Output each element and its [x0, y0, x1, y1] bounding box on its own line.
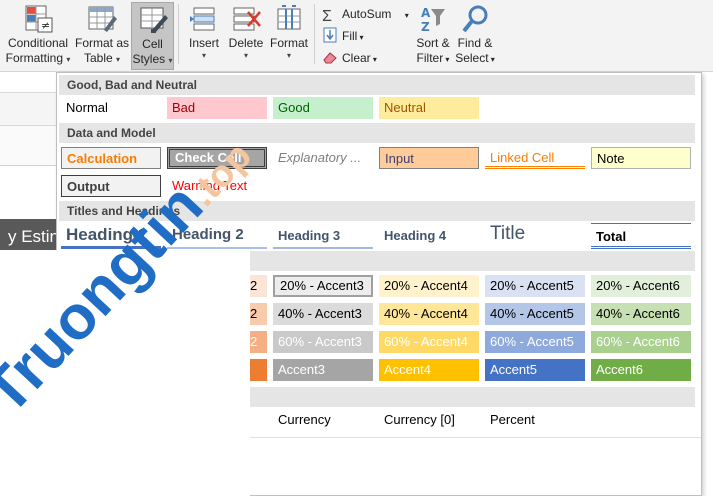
clear-button[interactable]: Clear ▾	[322, 48, 377, 68]
style-bad[interactable]: Bad	[167, 97, 267, 119]
sort-filter-label-2: Filter	[416, 51, 444, 65]
style-currency[interactable]: Currency	[273, 409, 373, 431]
svg-text:≠: ≠	[41, 19, 50, 32]
format-as-table-label-2: Table	[83, 51, 113, 65]
style-input[interactable]: Input	[379, 147, 479, 169]
style-accent6[interactable]: Accent6	[591, 359, 691, 381]
style-title[interactable]: Title	[485, 221, 585, 247]
style-linked-cell[interactable]: Linked Cell	[485, 147, 585, 169]
magnifier-icon	[462, 5, 488, 33]
style-note[interactable]: Note	[591, 147, 691, 169]
style-20-accent5[interactable]: 20% - Accent5	[485, 275, 585, 297]
style-normal[interactable]: Normal	[61, 97, 161, 119]
delete-cells-icon	[233, 7, 261, 31]
format-label: Format	[269, 36, 308, 50]
style-20-accent6[interactable]: 20% - Accent6	[591, 275, 691, 297]
column-header-area	[0, 126, 56, 166]
find-select-button[interactable]: Find & Select ▾	[454, 2, 496, 70]
style-explanatory[interactable]: Explanatory ...	[273, 147, 373, 169]
style-heading-4[interactable]: Heading 4	[379, 223, 479, 249]
format-as-table-label-1: Format as	[74, 36, 129, 50]
sort-filter-button[interactable]: A Z Sort & Filter ▾	[412, 2, 454, 70]
style-40-accent3[interactable]: 40% - Accent3	[273, 303, 373, 325]
style-20-accent4[interactable]: 20% - Accent4	[379, 275, 479, 297]
format-as-table-button[interactable]: Format as Table ▾	[74, 2, 130, 70]
delete-label: Delete	[228, 36, 264, 50]
format-button[interactable]: Format ▾	[268, 2, 310, 70]
style-40-accent5[interactable]: 40% - Accent5	[485, 303, 585, 325]
style-accent5[interactable]: Accent5	[485, 359, 585, 381]
cell-styles-button[interactable]: Cell Styles ▾	[131, 2, 174, 70]
insert-cells-icon	[190, 7, 215, 31]
autosum-label: AutoSum	[342, 7, 392, 21]
style-accent3[interactable]: Accent3	[273, 359, 373, 381]
conditional-formatting-label-1: Conditional	[7, 36, 69, 50]
find-select-label-2: Select	[455, 51, 489, 65]
format-cells-icon	[277, 5, 301, 30]
style-60-accent3[interactable]: 60% - Accent3	[273, 331, 373, 353]
sort-filter-icon: A Z	[421, 6, 445, 34]
formula-bar-area	[0, 92, 56, 126]
style-neutral[interactable]: Neutral	[379, 97, 479, 119]
cell-styles-label-1: Cell	[142, 37, 163, 51]
delete-button[interactable]: Delete ▾	[226, 2, 266, 70]
section-header-data-model: Data and Model	[59, 123, 695, 143]
style-accent4[interactable]: Accent4	[379, 359, 479, 381]
svg-text:Z: Z	[421, 20, 430, 34]
style-percent[interactable]: Percent	[485, 409, 585, 431]
sigma-icon: Σ	[322, 8, 332, 25]
style-40-accent4[interactable]: 40% - Accent4	[379, 303, 479, 325]
ribbon-separator	[178, 4, 179, 64]
section-header-good-bad-neutral: Good, Bad and Neutral	[59, 75, 695, 95]
svg-text:A: A	[421, 6, 431, 20]
conditional-formatting-label-2: Formatting	[5, 51, 63, 65]
style-20-accent3[interactable]: 20% - Accent3	[273, 275, 373, 297]
sort-filter-label-1: Sort &	[416, 36, 450, 50]
excel-window: ≠ Conditional Formatting ▾ Format as Tab…	[0, 0, 713, 496]
style-60-accent5[interactable]: 60% - Accent5	[485, 331, 585, 353]
style-60-accent6[interactable]: 60% - Accent6	[591, 331, 691, 353]
style-currency-0[interactable]: Currency [0]	[379, 409, 479, 431]
ribbon-separator	[314, 4, 315, 64]
fill-down-icon	[323, 27, 337, 43]
eraser-icon	[323, 52, 337, 64]
clear-label: Clear	[342, 51, 371, 65]
style-heading-3[interactable]: Heading 3	[273, 223, 373, 249]
style-total[interactable]: Total	[591, 223, 691, 249]
format-as-table-icon	[88, 6, 117, 32]
fill-button[interactable]: Fill ▾	[322, 26, 364, 46]
style-calculation[interactable]: Calculation	[61, 147, 161, 169]
style-60-accent4[interactable]: 60% - Accent4	[379, 331, 479, 353]
autosum-button[interactable]: Σ AutoSum ▾	[322, 4, 409, 25]
style-40-accent6[interactable]: 40% - Accent6	[591, 303, 691, 325]
insert-label: Insert	[188, 36, 219, 50]
conditional-formatting-icon: ≠	[25, 5, 53, 33]
conditional-formatting-button[interactable]: ≠ Conditional Formatting ▾	[4, 2, 72, 70]
find-select-label-1: Find &	[457, 36, 493, 50]
ribbon-home-tab: ≠ Conditional Formatting ▾ Format as Tab…	[0, 0, 713, 72]
cell-styles-icon	[140, 7, 168, 33]
insert-button[interactable]: Insert ▾	[184, 2, 224, 70]
cell-styles-label-2: Styles	[132, 52, 166, 66]
fill-label: Fill	[342, 29, 358, 43]
style-good[interactable]: Good	[273, 97, 373, 119]
